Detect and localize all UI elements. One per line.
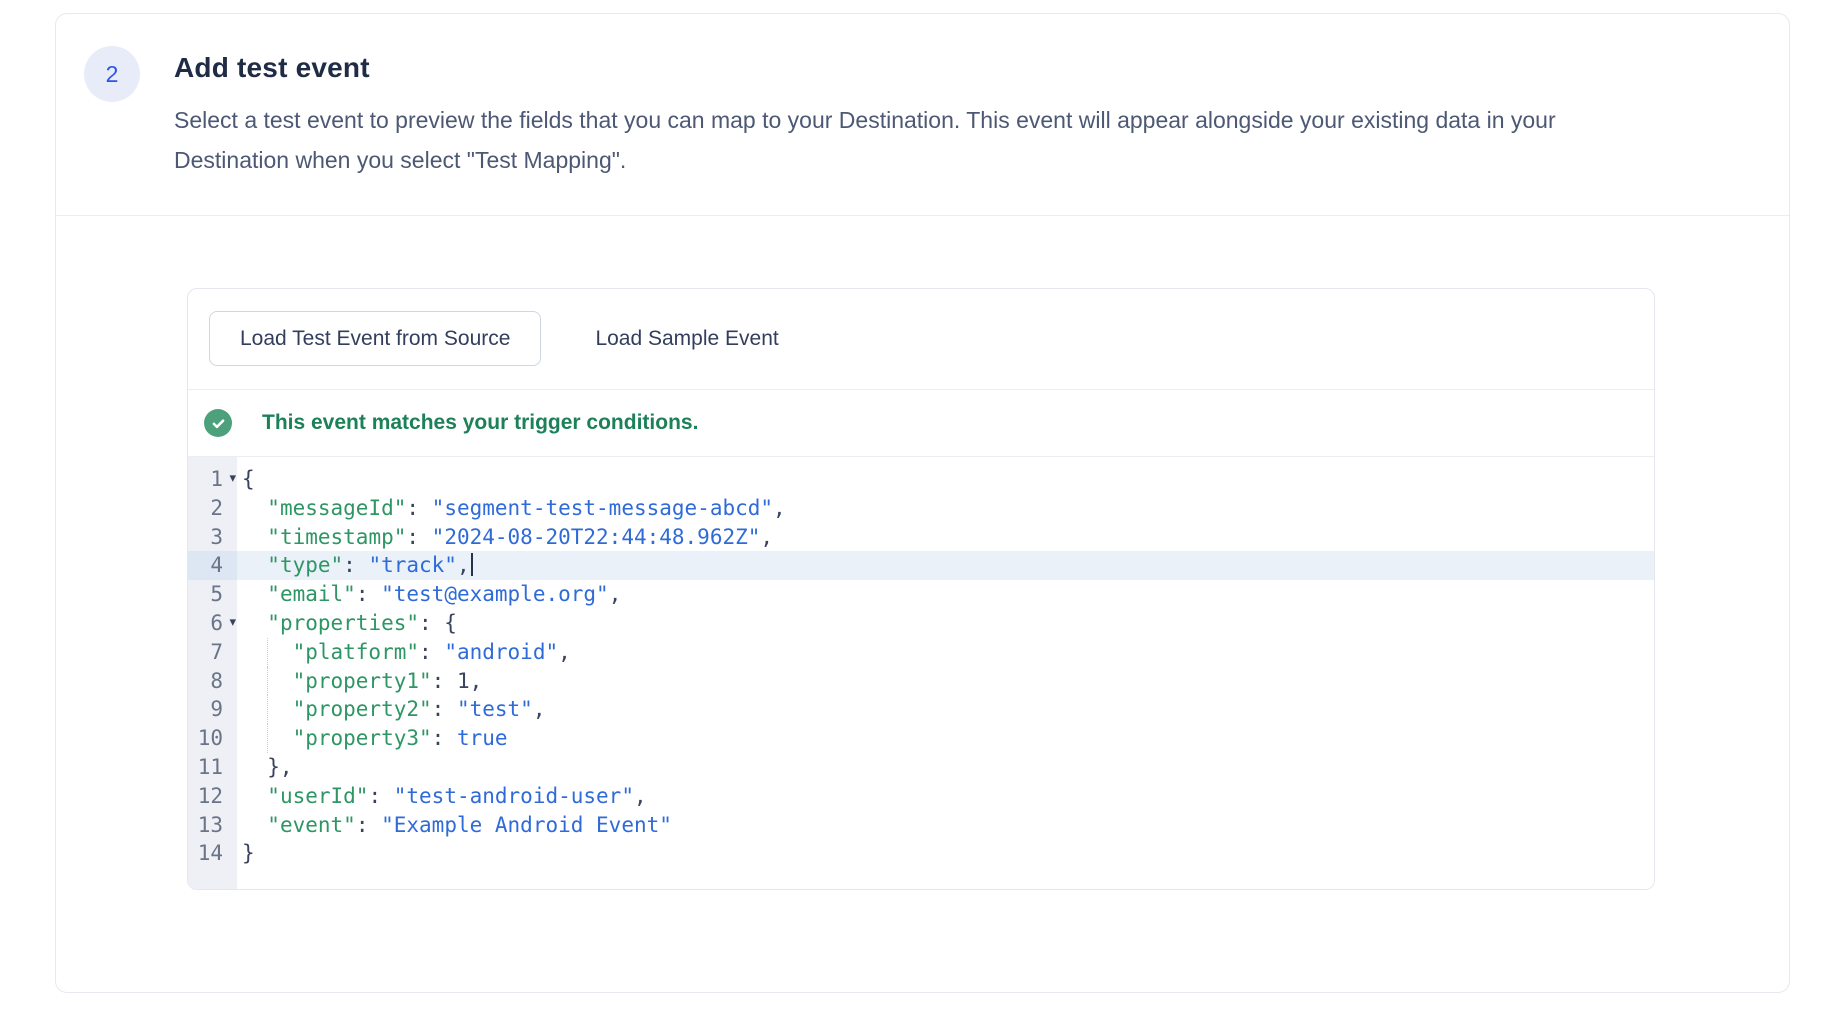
page-title: Add test event — [174, 52, 1764, 84]
line-number: 12 — [188, 782, 237, 811]
json-code-editor[interactable]: 1▾{2 "messageId": "segment-test-message-… — [188, 457, 1654, 889]
code-line[interactable]: 1▾{ — [188, 465, 1654, 494]
code-line-content[interactable]: "property2": "test", — [237, 695, 1654, 724]
fold-arrow-icon[interactable]: ▾ — [229, 465, 236, 494]
code-line-content[interactable]: "platform": "android", — [237, 638, 1654, 667]
code-line-content[interactable]: "email": "test@example.org", — [237, 580, 1654, 609]
indent-guide — [267, 724, 268, 753]
line-number: 10 — [188, 724, 237, 753]
code-line[interactable]: 12 "userId": "test-android-user", — [188, 782, 1654, 811]
code-line[interactable]: 3 "timestamp": "2024-08-20T22:44:48.962Z… — [188, 523, 1654, 552]
code-line-content[interactable]: "type": "track", — [237, 551, 1654, 580]
code-line[interactable]: 14} — [188, 839, 1654, 868]
indent-guide — [267, 667, 268, 696]
line-number: 9 — [188, 695, 237, 724]
line-number: 7 — [188, 638, 237, 667]
code-line-content[interactable]: "timestamp": "2024-08-20T22:44:48.962Z", — [237, 523, 1654, 552]
code-line-content[interactable]: "properties": { — [237, 609, 1654, 638]
code-line[interactable]: 4 "type": "track", — [188, 551, 1654, 580]
code-line-content[interactable]: "property3": true — [237, 724, 1654, 753]
code-line-content[interactable]: }, — [237, 753, 1654, 782]
line-number: 4 — [188, 551, 237, 580]
fold-arrow-icon[interactable]: ▾ — [229, 609, 236, 638]
step-content: Load Test Event from Source Load Sample … — [56, 288, 1789, 890]
code-line-content[interactable]: { — [237, 465, 1654, 494]
code-line-content[interactable]: "messageId": "segment-test-message-abcd"… — [237, 494, 1654, 523]
code-line[interactable]: 8 "property1": 1, — [188, 667, 1654, 696]
editor-lines: 1▾{2 "messageId": "segment-test-message-… — [188, 457, 1654, 868]
add-test-event-card: 2 Add test event Select a test event to … — [55, 13, 1790, 993]
indent-guide — [267, 638, 268, 667]
line-number: 11 — [188, 753, 237, 782]
code-line-content[interactable]: "userId": "test-android-user", — [237, 782, 1654, 811]
check-circle-icon — [204, 409, 232, 437]
line-number: 13 — [188, 811, 237, 840]
step-number-badge: 2 — [84, 46, 140, 102]
line-number: 8 — [188, 667, 237, 696]
event-source-toolbar: Load Test Event from Source Load Sample … — [188, 289, 1654, 390]
line-number: 3 — [188, 523, 237, 552]
code-line[interactable]: 13 "event": "Example Android Event" — [188, 811, 1654, 840]
code-line[interactable]: 2 "messageId": "segment-test-message-abc… — [188, 494, 1654, 523]
test-event-panel: Load Test Event from Source Load Sample … — [187, 288, 1655, 890]
code-line-content[interactable]: "property1": 1, — [237, 667, 1654, 696]
code-line-content[interactable]: "event": "Example Android Event" — [237, 811, 1654, 840]
line-number: 5 — [188, 580, 237, 609]
load-test-event-button[interactable]: Load Test Event from Source — [209, 311, 541, 366]
step-description: Select a test event to preview the field… — [174, 100, 1764, 180]
step-header: 2 Add test event Select a test event to … — [56, 14, 1789, 216]
line-number: 2 — [188, 494, 237, 523]
code-line[interactable]: 10 "property3": true — [188, 724, 1654, 753]
line-number: 6▾ — [188, 609, 237, 638]
line-number: 14 — [188, 839, 237, 868]
code-line[interactable]: 9 "property2": "test", — [188, 695, 1654, 724]
load-sample-event-button[interactable]: Load Sample Event — [567, 311, 806, 366]
code-line[interactable]: 7 "platform": "android", — [188, 638, 1654, 667]
trigger-match-status: This event matches your trigger conditio… — [188, 390, 1654, 457]
text-cursor — [471, 553, 473, 576]
code-line-content[interactable]: } — [237, 839, 1654, 868]
status-message: This event matches your trigger conditio… — [262, 411, 698, 435]
code-line[interactable]: 6▾ "properties": { — [188, 609, 1654, 638]
indent-guide — [267, 695, 268, 724]
code-line[interactable]: 11 }, — [188, 753, 1654, 782]
code-line[interactable]: 5 "email": "test@example.org", — [188, 580, 1654, 609]
line-number: 1▾ — [188, 465, 237, 494]
